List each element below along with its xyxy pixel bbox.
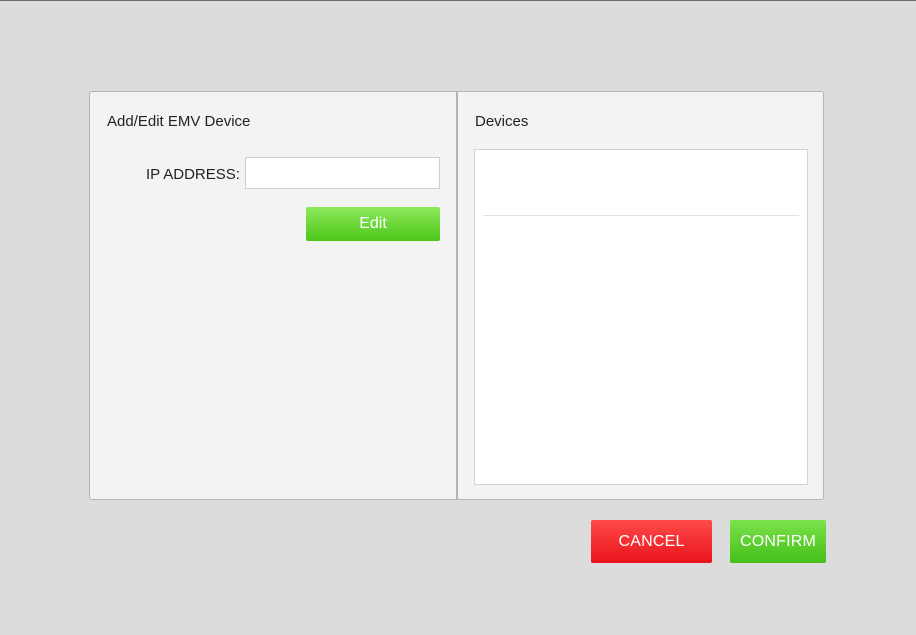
devices-list[interactable] xyxy=(474,149,808,485)
add-edit-title: Add/Edit EMV Device xyxy=(107,113,251,130)
top-border xyxy=(0,0,916,1)
emv-device-dialog: Add/Edit EMV Device IP ADDRESS: Edit Dev… xyxy=(89,91,824,500)
ip-address-label: IP ADDRESS: xyxy=(146,166,240,183)
confirm-button[interactable]: CONFIRM xyxy=(730,520,826,563)
panel-divider xyxy=(456,92,458,499)
device-list-item[interactable] xyxy=(483,150,799,216)
edit-button[interactable]: Edit xyxy=(306,207,440,241)
ip-address-input[interactable] xyxy=(245,157,440,189)
cancel-button[interactable]: CANCEL xyxy=(591,520,712,563)
devices-title: Devices xyxy=(475,113,529,130)
